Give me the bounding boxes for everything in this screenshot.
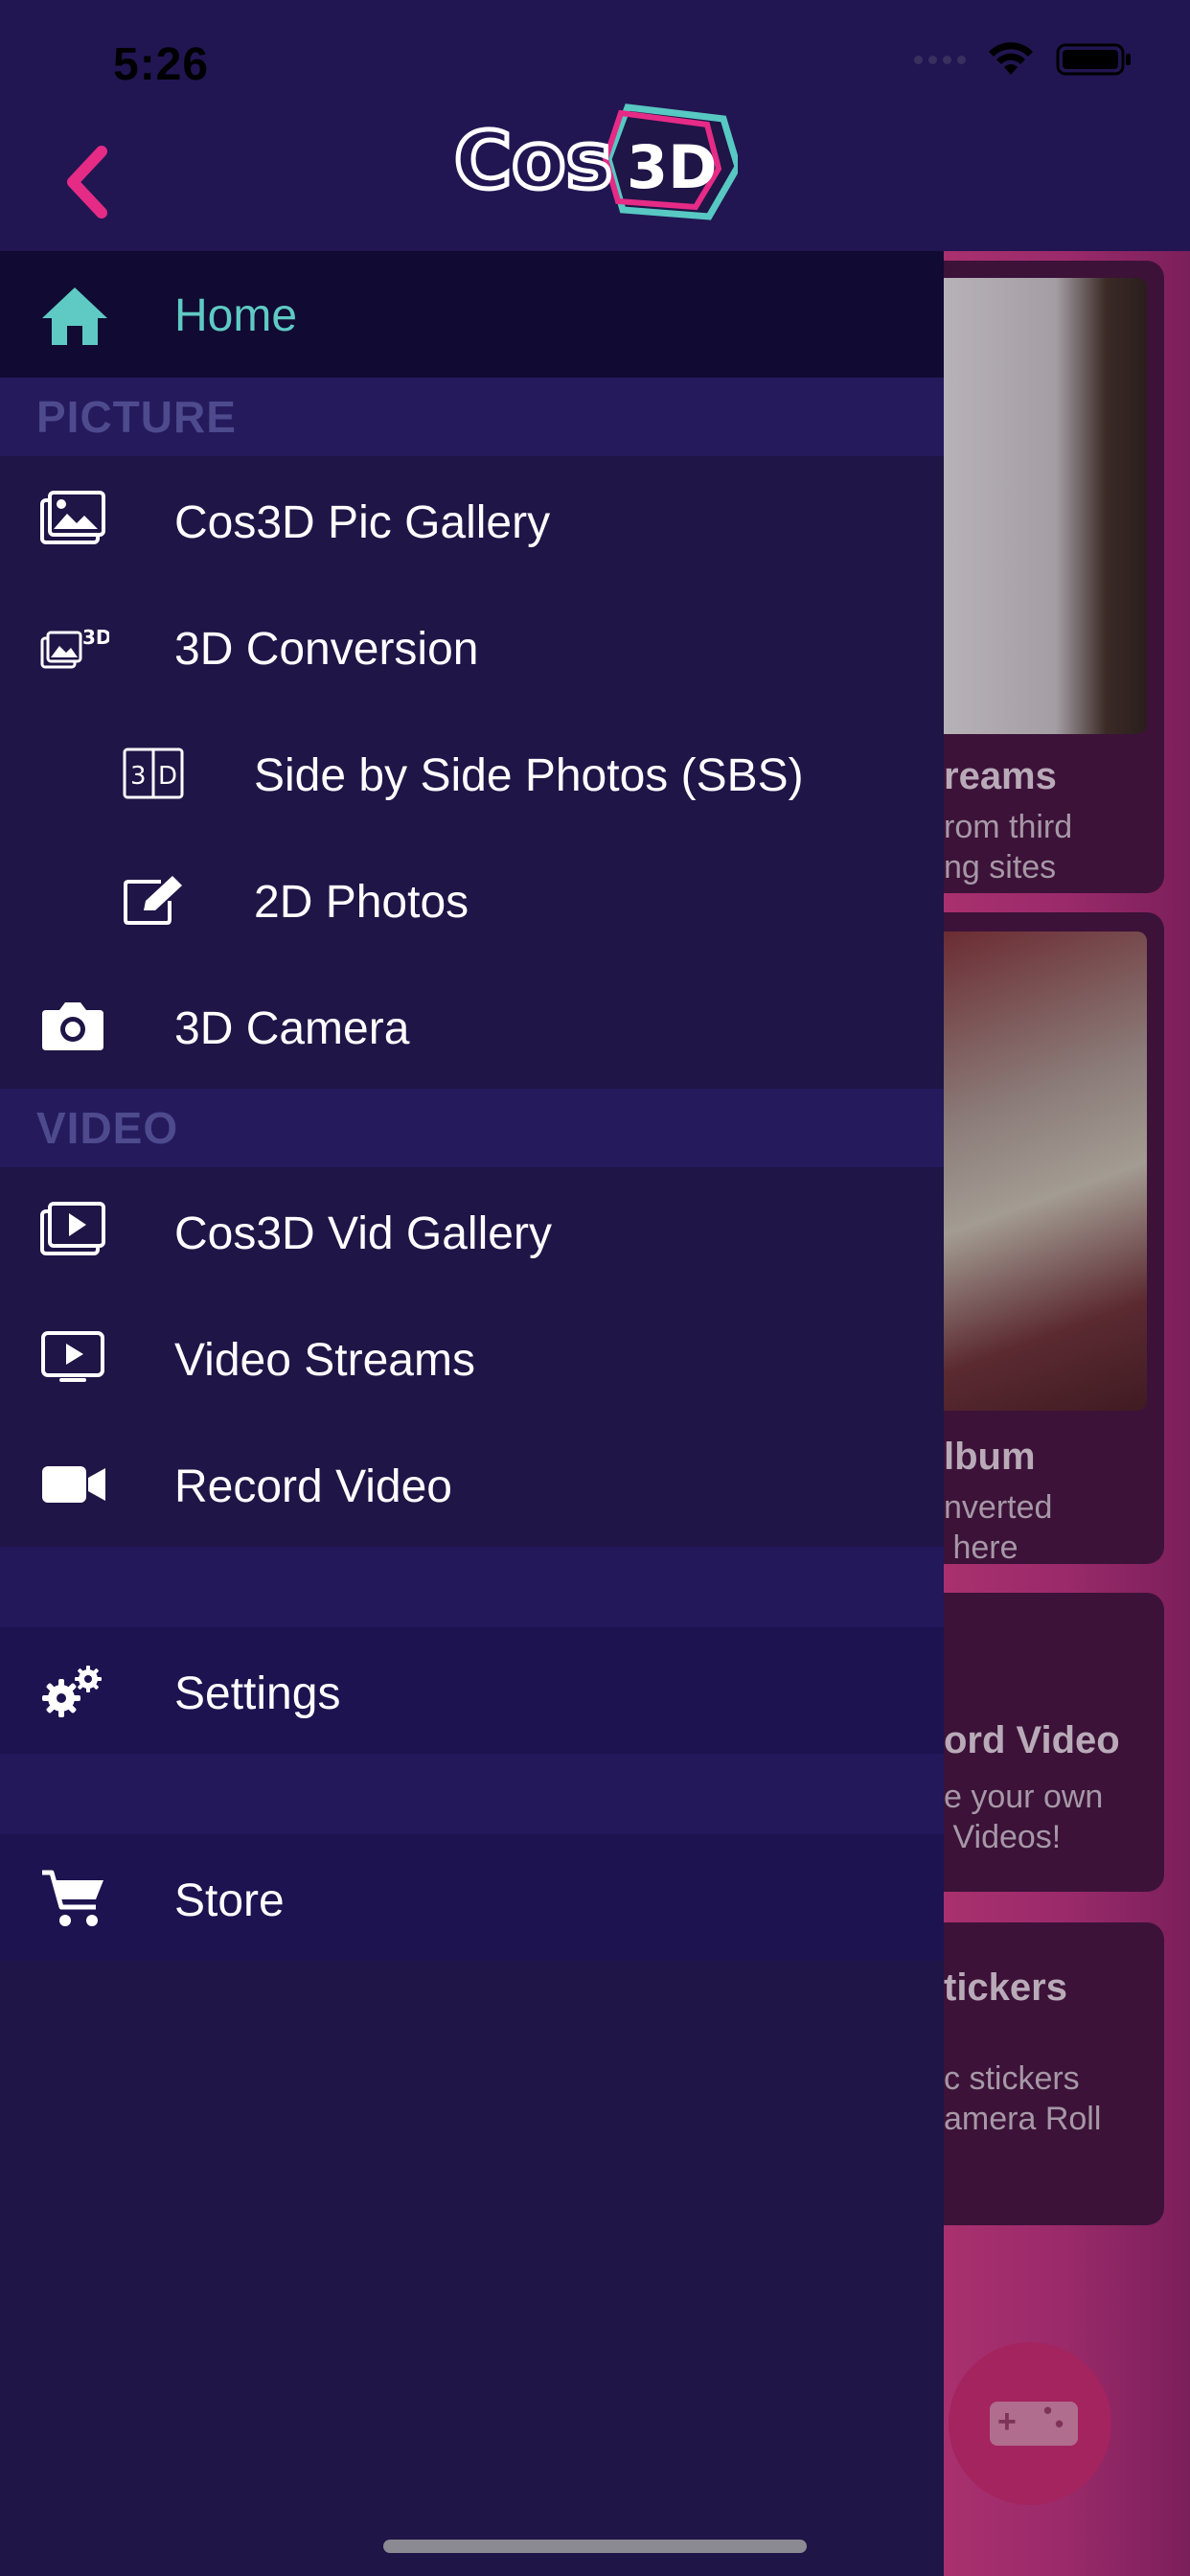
- content-card[interactable]: ord Video e your own Videos!: [944, 1593, 1164, 1892]
- card-title: tickers: [944, 1966, 1067, 2009]
- section-header-label: VIDEO: [36, 1103, 179, 1153]
- menu-item-label: Home: [174, 290, 298, 341]
- menu-item-label: Cos3D Pic Gallery: [174, 497, 551, 548]
- section-header-video: VIDEO: [0, 1089, 944, 1167]
- section-header-label: PICTURE: [36, 392, 237, 442]
- menu-item-2d-photos[interactable]: 2D Photos: [0, 836, 944, 962]
- gears-icon: [42, 1666, 102, 1717]
- card-subtitle: rom third ng sites: [944, 809, 1073, 886]
- menu-item-vid-gallery[interactable]: Cos3D Vid Gallery: [0, 1167, 944, 1294]
- menu-item-video-streams[interactable]: Video Streams: [0, 1294, 944, 1420]
- svg-text:3D: 3D: [82, 626, 109, 649]
- content-card[interactable]: tickers c stickers amera Roll: [944, 1922, 1164, 2225]
- menu-divider: [0, 1547, 944, 1627]
- menu-item-label: Video Streams: [174, 1335, 475, 1386]
- signal-icon: [914, 55, 966, 64]
- home-icon: [42, 288, 107, 345]
- menu-item-3d-camera[interactable]: 3D Camera: [0, 962, 944, 1089]
- edit-icon: [124, 876, 182, 925]
- card-subtitle: c stickers amera Roll: [944, 2060, 1102, 2137]
- menu-item-settings[interactable]: Settings: [0, 1627, 944, 1754]
- svg-text:D: D: [158, 762, 177, 791]
- status-icons: [914, 42, 1133, 77]
- video-gallery-icon: [40, 1202, 105, 1255]
- card-thumbnail: [944, 278, 1147, 734]
- wifi-icon: [989, 42, 1033, 75]
- menu-item-home[interactable]: Home: [0, 251, 944, 378]
- svg-text:Cos: Cos: [454, 116, 612, 207]
- menu-item-label: 3D Conversion: [174, 624, 479, 675]
- menu-item-record-video[interactable]: Record Video: [0, 1420, 944, 1547]
- sbs-3d-icon: 3 D: [123, 748, 184, 799]
- camera-icon: [42, 1002, 103, 1050]
- cos3d-logo: Cos 3D: [450, 100, 742, 224]
- images-icon: [40, 491, 105, 544]
- card-subtitle: e your own Videos!: [944, 1779, 1104, 1855]
- card-title: reams: [944, 755, 1057, 797]
- menu-item-label: Side by Side Photos (SBS): [254, 750, 804, 801]
- menu-item-label: 3D Camera: [174, 1003, 410, 1054]
- card-title: lbum: [944, 1436, 1036, 1478]
- content-card[interactable]: reams rom third ng sites: [944, 261, 1164, 893]
- shopping-cart-icon: [42, 1870, 103, 1926]
- status-time: 5:26: [113, 39, 210, 90]
- menu-item-label: Store: [174, 1875, 285, 1926]
- menu-item-store[interactable]: Store: [0, 1834, 944, 1961]
- section-header-picture: PICTURE: [0, 378, 944, 456]
- menu-item-label: 2D Photos: [254, 877, 469, 928]
- card-thumbnail: [944, 932, 1147, 1411]
- home-indicator: [383, 2540, 807, 2553]
- card-title: ord Video: [944, 1719, 1120, 1761]
- menu-item-label: Cos3D Vid Gallery: [174, 1208, 552, 1259]
- menu-divider: [0, 1754, 944, 1834]
- menu-item-label: Settings: [174, 1668, 341, 1719]
- tv-play-icon: [41, 1331, 104, 1382]
- card-subtitle: nverted here: [944, 1489, 1053, 1564]
- 3d-image-icon: 3D: [40, 626, 109, 669]
- menu-item-pic-gallery[interactable]: Cos3D Pic Gallery: [0, 456, 944, 583]
- svg-text:3: 3: [130, 762, 147, 791]
- gamepad-icon: + • •: [990, 2396, 1078, 2446]
- video-camera-icon: [42, 1466, 105, 1503]
- svg-text:3D: 3D: [627, 132, 718, 202]
- menu-item-label: Record Video: [174, 1461, 452, 1512]
- content-card[interactable]: lbum nverted here: [944, 912, 1164, 1564]
- navigation-drawer: Home PICTURE Cos3D Pic Gallery 3D 3D Con…: [0, 251, 944, 2576]
- menu-item-sbs-photos[interactable]: 3 D Side by Side Photos (SBS): [0, 709, 944, 836]
- menu-item-3d-conversion[interactable]: 3D 3D Conversion: [0, 583, 944, 709]
- battery-icon: [1056, 43, 1131, 76]
- back-chevron-icon[interactable]: [59, 144, 117, 220]
- home-content-behind-drawer: reams rom third ng sites lbum nverted he…: [944, 251, 1190, 2576]
